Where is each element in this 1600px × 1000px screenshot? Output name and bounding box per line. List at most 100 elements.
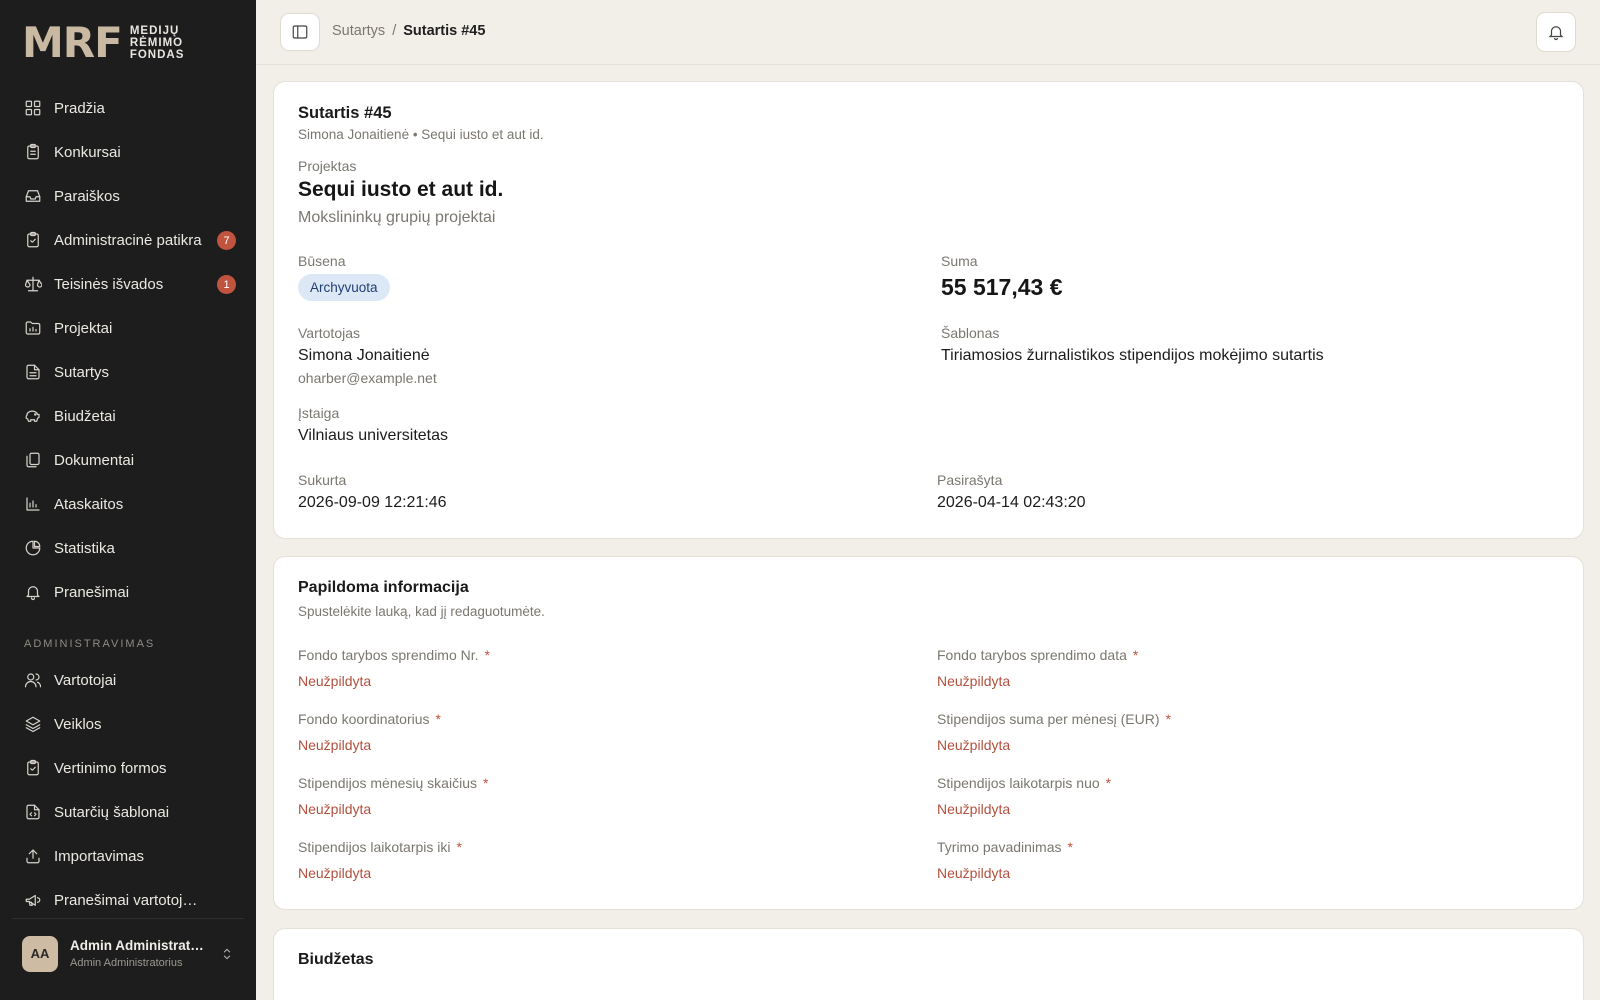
sidebar-item-dokumentai[interactable]: Dokumentai	[12, 438, 244, 482]
sidebar-item-konkursai[interactable]: Konkursai	[12, 130, 244, 174]
user-name: Admin Administratorius	[70, 938, 208, 953]
field-label: Tyrimo pavadinimas	[937, 839, 1062, 855]
sidebar-item-pranesimai-vartotojams[interactable]: Pranešimai vartotojams	[12, 878, 244, 922]
additional-info-card: Papildoma informacija Spustelėkite lauką…	[273, 556, 1584, 910]
user-email: oharber@example.net	[298, 370, 437, 386]
sidebar-item-label: Sutarčių šablonai	[54, 803, 170, 821]
chevron-up-down-icon	[220, 947, 234, 961]
count-badge: 7	[217, 231, 236, 250]
breadcrumb: Sutartys / Sutartis #45	[332, 23, 485, 39]
user-label: Vartotojas	[298, 325, 360, 341]
sidebar-item-sutarciu-sablonai[interactable]: Sutarčių šablonai	[12, 790, 244, 834]
field-research-title[interactable]: Tyrimo pavadinimas * Neužpildyta	[937, 839, 1073, 881]
sidebar-item-pranesimai[interactable]: Pranešimai	[12, 570, 244, 614]
required-mark: *	[482, 775, 489, 791]
sidebar-item-teisines-isvados[interactable]: Teisinės išvados 1	[12, 262, 244, 306]
bar-chart-icon	[24, 495, 42, 513]
logo-line-1: MEDIJŲ	[129, 25, 180, 37]
sidebar-item-label: Dokumentai	[54, 451, 135, 469]
status-label: Būsena	[298, 253, 346, 269]
required-mark: *	[1165, 711, 1171, 727]
field-period-from[interactable]: Stipendijos laikotarpis nuo * Neužpildyta	[937, 775, 1111, 817]
status-badge-wrap: Archyvuota	[298, 274, 390, 301]
panel-left-icon	[292, 25, 308, 39]
required-mark: *	[1105, 775, 1112, 791]
clipboard-check-icon	[24, 231, 42, 249]
sidebar-item-label: Konkursai	[54, 143, 121, 161]
sum-value: 55 517,43 €	[941, 274, 1063, 300]
sidebar-item-projektai[interactable]: Projektai	[12, 306, 244, 350]
sidebar-item-paraiskos[interactable]: Paraiškos	[12, 174, 244, 218]
sidebar-item-administracine-patikra[interactable]: Administracinė patikra 7	[12, 218, 244, 262]
sidebar-item-importavimas[interactable]: Importavimas	[12, 834, 244, 878]
sidebar-item-label: Teisinės išvados	[54, 275, 164, 293]
megaphone-icon	[24, 891, 42, 909]
field-value: Neužpildyta	[298, 737, 372, 753]
brand-logo[interactable]: MRF MEDIJŲ RĖMIMO FONDAS	[22, 22, 184, 64]
sum-label: Suma	[941, 253, 978, 269]
signed-label: Pasirašyta	[937, 472, 1003, 488]
created-label: Sukurta	[298, 472, 347, 488]
field-coordinator[interactable]: Fondo koordinatorius * Neužpildyta	[298, 711, 441, 753]
main-nav: Pradžia Konkursai Paraiškos Administraci…	[12, 86, 244, 922]
status-badge: Archyvuota	[298, 274, 390, 301]
field-value: Neužpildyta	[937, 737, 1011, 753]
upload-icon	[24, 847, 42, 865]
field-period-to[interactable]: Stipendijos laikotarpis iki * Neužpildyta	[298, 839, 462, 881]
field-label: Fondo tarybos sprendimo Nr.	[298, 647, 479, 663]
sidebar-item-ataskaitos[interactable]: Ataskaitos	[12, 482, 244, 526]
sidebar-item-sutartys[interactable]: Sutartys	[12, 350, 244, 394]
sidebar-item-statistika[interactable]: Statistika	[12, 526, 244, 570]
required-mark: *	[1132, 647, 1139, 663]
inbox-icon	[24, 187, 42, 205]
created-value: 2026-09-09 12:21:46	[298, 494, 447, 511]
field-value: Neužpildyta	[937, 865, 1011, 881]
sidebar-item-biudzetai[interactable]: Biudžetai	[12, 394, 244, 438]
field-monthly-amount[interactable]: Stipendijos suma per mėnesį (EUR) * Neužp…	[937, 711, 1171, 753]
project-name[interactable]: Sequi iusto et aut id.	[298, 178, 503, 202]
file-code-icon	[24, 803, 42, 821]
bell-icon	[24, 583, 42, 601]
user-menu[interactable]: AA Admin Administratorius Admin Administ…	[12, 918, 244, 988]
sidebar-item-label: Ataskaitos	[54, 495, 124, 513]
field-label: Fondo koordinatorius	[298, 711, 430, 727]
sidebar-item-pradzia[interactable]: Pradžia	[12, 86, 244, 130]
clipboard-check-icon	[24, 759, 42, 777]
piggy-bank-icon	[24, 407, 42, 425]
users-icon	[24, 671, 42, 689]
sidebar-item-veiklos[interactable]: Veiklos	[12, 702, 244, 746]
field-value: Neužpildyta	[298, 673, 372, 689]
sidebar-item-vartotojai[interactable]: Vartotojai	[12, 658, 244, 702]
sidebar-item-label: Veiklos	[54, 715, 102, 733]
field-decision-date[interactable]: Fondo tarybos sprendimo data * Neužpildyt…	[937, 647, 1138, 689]
sidebar-item-label: Statistika	[54, 539, 115, 557]
sidebar-item-label: Projektai	[54, 319, 113, 337]
grid-icon	[24, 99, 42, 117]
layers-icon	[24, 715, 42, 733]
field-label: Fondo tarybos sprendimo data	[937, 647, 1127, 663]
user-name-value: Simona Jonaitienė	[298, 347, 430, 364]
field-value: Neužpildyta	[937, 801, 1011, 817]
topbar: Sutartys / Sutartis #45	[256, 0, 1600, 65]
institution-label: Įstaiga	[298, 405, 340, 421]
sidebar-item-label: Vertinimo formos	[54, 759, 167, 777]
field-value: Neužpildyta	[298, 865, 372, 881]
pie-chart-icon	[24, 539, 42, 557]
sidebar-item-vertinimo-formos[interactable]: Vertinimo formos	[12, 746, 244, 790]
sidebar-toggle-button[interactable]	[280, 13, 320, 51]
signed-value: 2026-04-14 02:43:20	[937, 494, 1086, 511]
template-value: Tiriamosios žurnalistikos stipendijos mo…	[941, 347, 1324, 364]
field-label: Stipendijos laikotarpis nuo	[937, 775, 1100, 791]
field-decision-number[interactable]: Fondo tarybos sprendimo Nr. * Neužpildyta	[298, 647, 490, 689]
breadcrumb-parent[interactable]: Sutartys	[332, 23, 385, 39]
count-badge: 1	[217, 275, 236, 294]
field-months-count[interactable]: Stipendijos mėnesių skaičius * Neužpildyt…	[298, 775, 488, 817]
notifications-button[interactable]	[1536, 12, 1576, 52]
clipboard-icon	[24, 143, 42, 161]
template-label: Šablonas	[941, 325, 1000, 341]
field-value: Neužpildyta	[937, 673, 1011, 689]
project-label: Projektas	[298, 158, 357, 174]
files-icon	[24, 451, 42, 469]
required-mark: *	[1067, 839, 1073, 855]
file-icon	[24, 363, 42, 381]
